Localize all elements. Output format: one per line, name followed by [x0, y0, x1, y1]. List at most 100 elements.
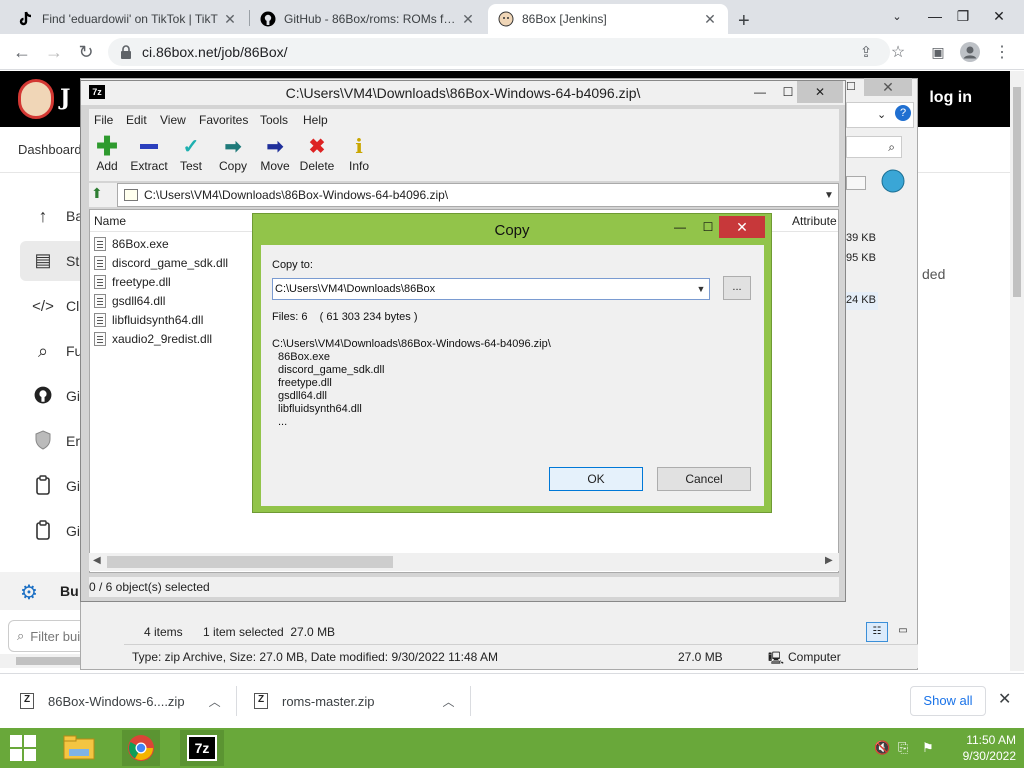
- chevron-up-icon[interactable]: ︿: [209, 693, 221, 710]
- explorer-maximize-button[interactable]: ☐: [846, 80, 856, 93]
- close-tab-icon[interactable]: ✕: [460, 11, 476, 28]
- delete-button[interactable]: ✖ Delete: [295, 135, 339, 179]
- close-button[interactable]: ✕: [719, 216, 765, 238]
- explorer-search-box[interactable]: ⌕: [846, 136, 902, 158]
- menu-help[interactable]: Help: [303, 113, 328, 127]
- sevenzip-titlebar[interactable]: 7z C:\Users\VM4\Downloads\86Box-Windows-…: [81, 81, 845, 105]
- column-name[interactable]: Name: [94, 214, 126, 228]
- tab-github[interactable]: GitHub - 86Box/roms: ROMs for t ✕: [250, 4, 486, 34]
- horizontal-scrollbar[interactable]: ◀ ▶: [89, 553, 839, 571]
- sidebar-item-label[interactable]: Er: [66, 433, 80, 449]
- sidebar-item-label[interactable]: Gi: [66, 523, 80, 539]
- reload-button[interactable]: ↻: [74, 40, 98, 64]
- list-item[interactable]: xaudio2_9redist.dll: [94, 329, 212, 348]
- address-bar[interactable]: ci.86box.net/job/86Box/: [108, 38, 890, 66]
- scroll-right-icon[interactable]: ▶: [825, 555, 833, 566]
- ok-button[interactable]: OK: [549, 467, 643, 491]
- close-tab-icon[interactable]: ✕: [222, 11, 238, 28]
- move-button[interactable]: ➡ Move: [253, 135, 297, 179]
- chevron-up-icon[interactable]: ︿: [442, 693, 454, 710]
- new-tab-button[interactable]: +: [734, 6, 762, 36]
- menu-edit[interactable]: Edit: [126, 113, 147, 127]
- folder-up-icon[interactable]: ⬆: [91, 185, 111, 205]
- close-window-button[interactable]: ✕: [976, 0, 1022, 32]
- start-button[interactable]: [8, 734, 38, 762]
- add-button[interactable]: ✚ Add: [85, 131, 129, 179]
- tiles-view-icon[interactable]: ▭: [892, 622, 914, 642]
- details-view-icon[interactable]: ☷: [866, 622, 888, 642]
- listed-file: ...: [278, 416, 288, 428]
- minimize-button[interactable]: —: [667, 216, 693, 238]
- network-icon[interactable]: ⎘: [898, 740, 908, 756]
- scrollbar-thumb[interactable]: [1013, 87, 1021, 297]
- listed-file: 86Box.exe: [278, 351, 330, 363]
- item-count: 4 items: [144, 625, 183, 639]
- menu-favorites[interactable]: Favorites: [199, 113, 248, 127]
- chevron-down-icon[interactable]: ▼: [820, 190, 838, 201]
- jenkins-logo[interactable]: [18, 79, 54, 119]
- explorer-close-button[interactable]: ✕: [864, 78, 912, 96]
- breadcrumb-dashboard[interactable]: Dashboard: [18, 142, 82, 157]
- tab-jenkins[interactable]: 86Box [Jenkins] ✕: [488, 4, 728, 34]
- share-button[interactable]: ⇪: [854, 40, 878, 64]
- list-item[interactable]: discord_game_sdk.dll: [94, 253, 228, 272]
- extract-button[interactable]: Extract: [127, 135, 171, 179]
- scroll-left-icon[interactable]: ◀: [93, 555, 101, 566]
- chevron-down-icon[interactable]: ▼: [693, 284, 709, 294]
- copy-button[interactable]: ➡ Copy: [211, 135, 255, 179]
- star-icon: ☆: [890, 44, 906, 61]
- side-panel-button[interactable]: ▣: [926, 40, 950, 64]
- column-attributes[interactable]: Attribute: [792, 214, 837, 228]
- browse-button[interactable]: ...: [723, 276, 751, 300]
- login-link[interactable]: log in: [929, 89, 972, 107]
- sidebar-item-label[interactable]: St: [66, 253, 79, 269]
- page-vertical-scrollbar[interactable]: [1010, 71, 1024, 671]
- maximize-button[interactable]: ☐: [695, 216, 721, 238]
- list-item[interactable]: freetype.dll: [94, 272, 171, 291]
- volume-muted-icon[interactable]: 🔇: [874, 740, 890, 756]
- menu-view[interactable]: View: [160, 113, 186, 127]
- list-item[interactable]: 86Box.exe: [94, 234, 169, 253]
- menu-tools[interactable]: Tools: [260, 113, 288, 127]
- list-item[interactable]: gsdll64.dll: [94, 291, 165, 310]
- help-icon[interactable]: ?: [895, 105, 911, 121]
- cancel-button[interactable]: Cancel: [657, 467, 751, 491]
- dialog-titlebar[interactable]: Copy — ☐ ✕: [253, 214, 771, 244]
- close-tab-icon[interactable]: ✕: [702, 11, 718, 28]
- scrollbar-thumb[interactable]: [107, 556, 393, 568]
- sidebar-item-label[interactable]: Cl: [66, 298, 79, 314]
- path-combobox[interactable]: C:\Users\VM4\Downloads\86Box-Windows-64-…: [117, 183, 839, 207]
- back-button[interactable]: ←: [10, 40, 34, 64]
- tab-tiktok[interactable]: Find 'eduardowii' on TikTok | TikT ✕: [8, 4, 248, 34]
- test-button[interactable]: ✓ Test: [169, 135, 213, 179]
- close-icon[interactable]: ✕: [998, 689, 1011, 709]
- flag-icon[interactable]: ⚑: [922, 740, 934, 756]
- show-all-button[interactable]: Show all: [910, 686, 986, 716]
- github-icon: [260, 11, 276, 27]
- 7zip-icon[interactable]: 7z: [180, 730, 224, 766]
- clock[interactable]: 11:50 AM 9/30/2022: [944, 732, 1016, 764]
- menu-button[interactable]: ⋮: [990, 40, 1014, 64]
- zip-file-icon: [254, 693, 268, 709]
- sidebar-item-label[interactable]: Gi: [66, 388, 80, 404]
- bookmark-button[interactable]: ☆: [886, 40, 910, 64]
- explorer-details-bar: Type: zip Archive, Size: 27.0 MB, Date m…: [124, 644, 918, 668]
- list-item[interactable]: libfluidsynth64.dll: [94, 310, 203, 329]
- close-button[interactable]: ✕: [797, 81, 843, 103]
- destination-combobox[interactable]: C:\Users\VM4\Downloads\86Box ▼: [272, 278, 710, 300]
- download-item[interactable]: 86Box-Windows-6....zip ︿: [20, 674, 221, 728]
- dialog-body: Copy to: C:\Users\VM4\Downloads\86Box ▼ …: [261, 245, 764, 506]
- explorer-dropdown[interactable]: ⌄ ?: [846, 102, 914, 128]
- sidebar-item-label[interactable]: Gi: [66, 478, 80, 494]
- menu-file[interactable]: File: [94, 113, 113, 127]
- lock-icon: [121, 45, 131, 59]
- view-icon[interactable]: [846, 176, 866, 190]
- info-button[interactable]: i Info: [337, 134, 381, 179]
- file-explorer-icon[interactable]: [60, 730, 98, 766]
- zip-file-icon: [20, 693, 34, 709]
- chrome-icon[interactable]: [122, 730, 160, 766]
- download-item[interactable]: roms-master.zip ︿: [254, 674, 454, 728]
- minimize-button[interactable]: —: [745, 81, 775, 103]
- profile-button[interactable]: [958, 40, 982, 64]
- forward-button[interactable]: →: [42, 40, 66, 64]
